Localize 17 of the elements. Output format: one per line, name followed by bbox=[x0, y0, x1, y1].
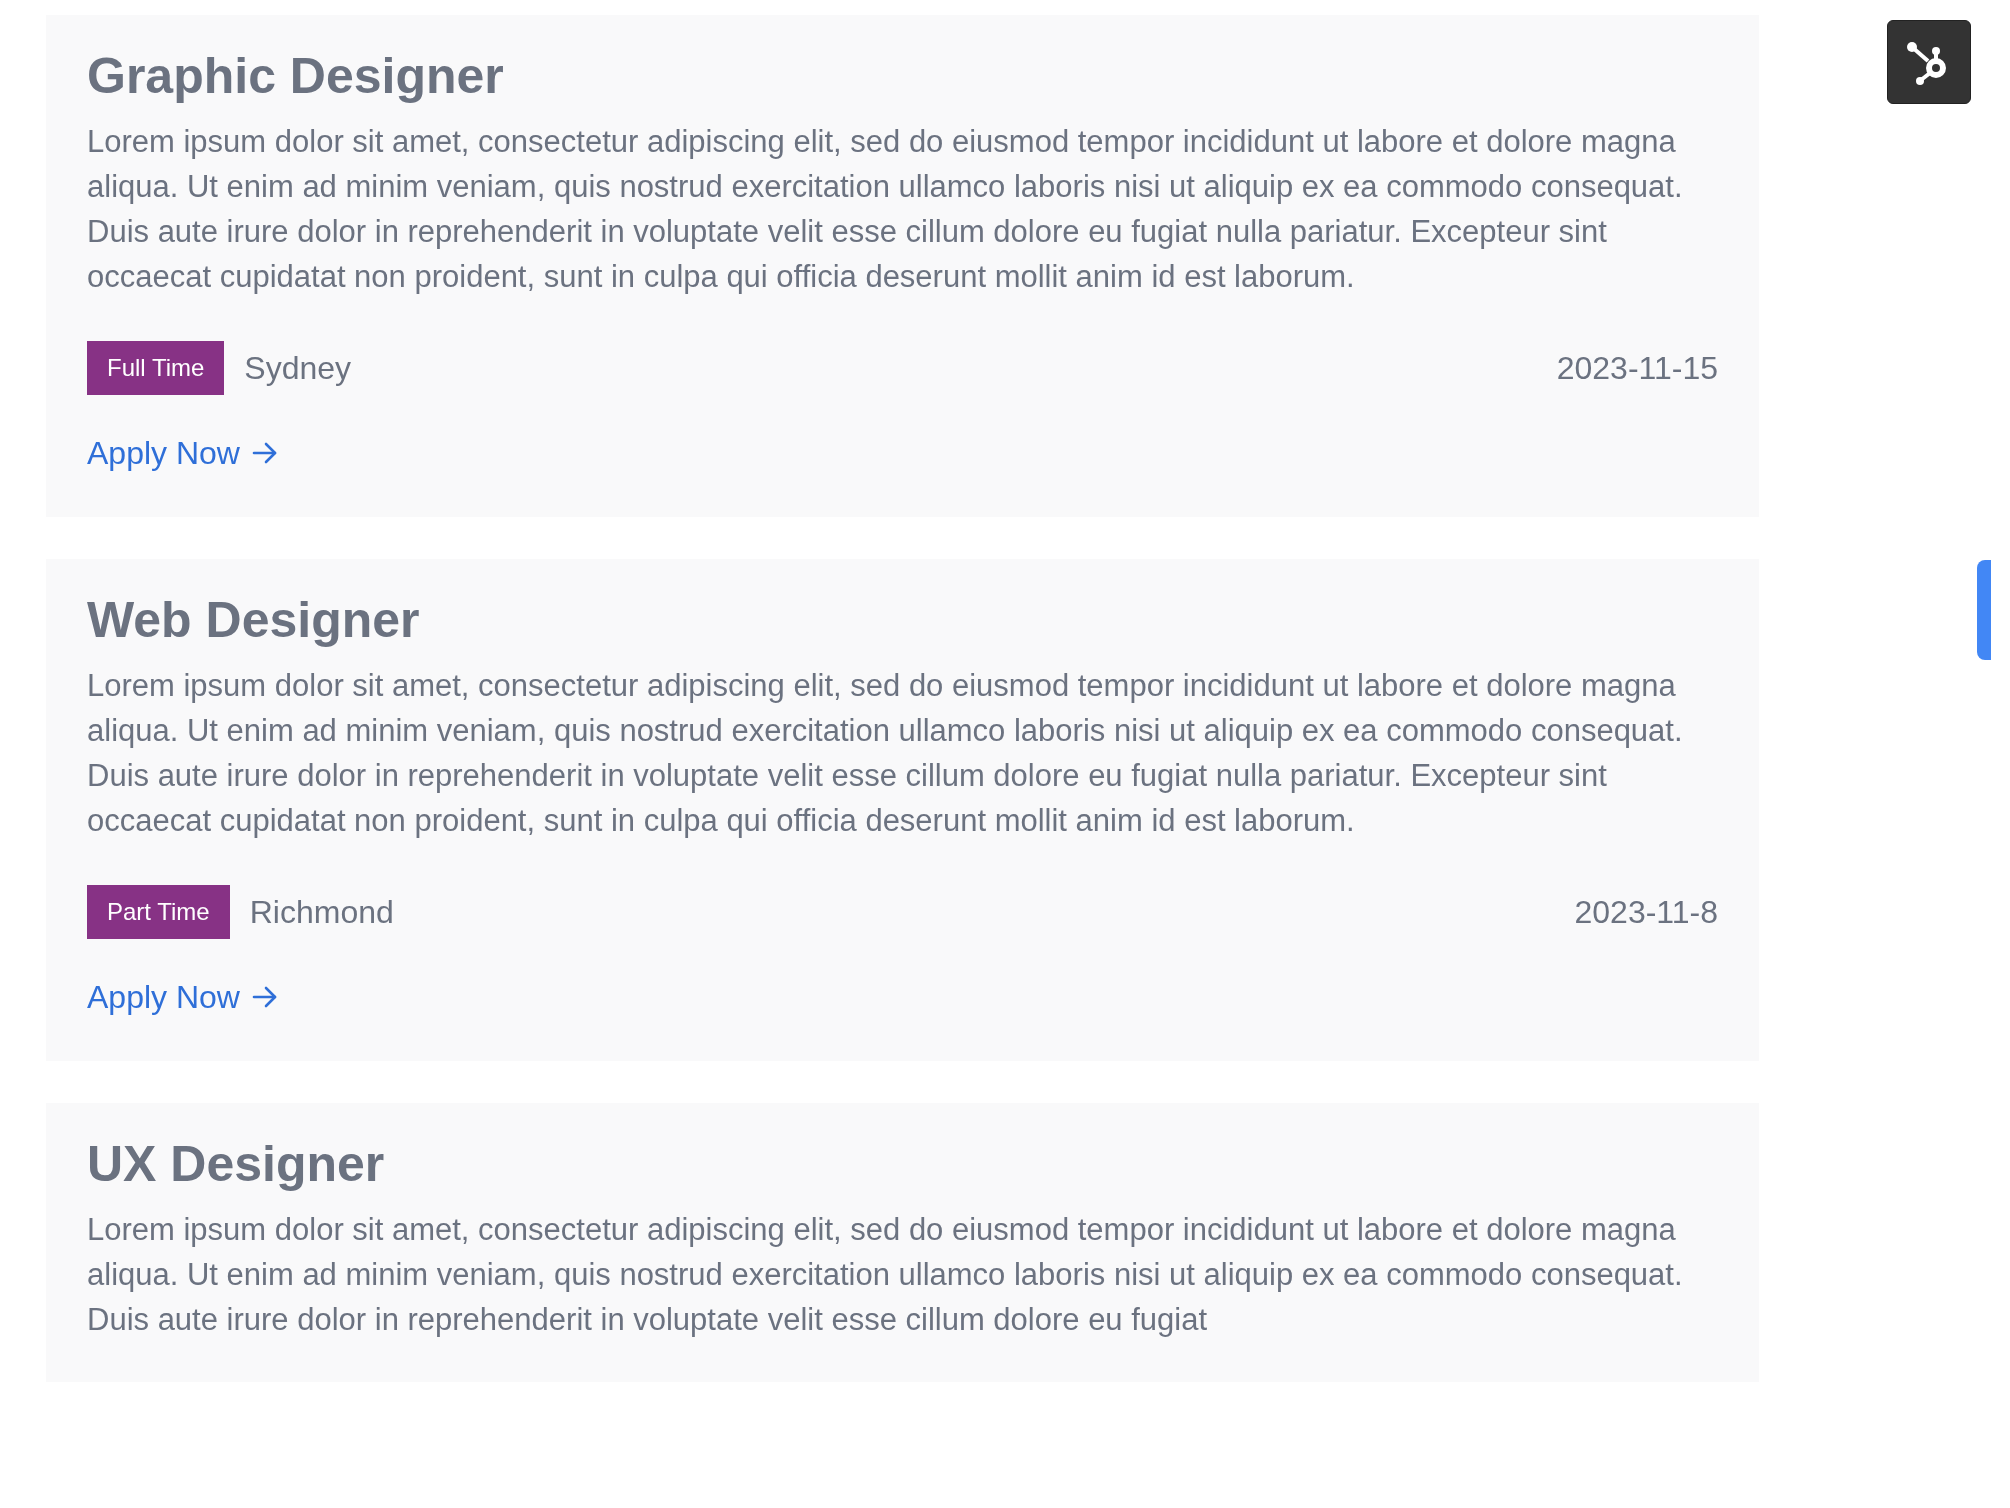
job-location: Sydney bbox=[244, 349, 352, 388]
job-type-tag: Full Time bbox=[87, 341, 225, 395]
chat-widget-button[interactable] bbox=[1887, 20, 1971, 104]
job-title: Graphic Designer bbox=[87, 47, 505, 106]
job-title: UX Designer bbox=[87, 1135, 386, 1194]
arrow-right-icon bbox=[251, 441, 278, 465]
apply-now-link[interactable]: Apply Now bbox=[87, 429, 278, 477]
job-description: Lorem ipsum dolor sit amet, consectetur adipiscing elit, sed do eiusmod tempor incididunt ut labore et dolore magna aliqua. Ut enim ad minim veniam, quis nostrud exercitation ullamco laboris nisi ut aliquip ex ea commodo consequat. Duis aute irure dolor in reprehenderit in voluptate velit esse cillum dolore eu fugiat bbox=[87, 1211, 1684, 1339]
posted-date: 2023-11-8 bbox=[1574, 893, 1718, 932]
job-location: Richmond bbox=[249, 893, 394, 932]
arrow-right-icon bbox=[251, 985, 278, 1009]
apply-now-link[interactable]: Apply Now bbox=[87, 973, 278, 1021]
job-type-tag: Part Time bbox=[87, 885, 230, 939]
job-title: Web Designer bbox=[87, 591, 421, 650]
job-description: Lorem ipsum dolor sit amet, consectetur adipiscing elit, sed do eiusmod tempor incididunt ut labore et dolore magna aliqua. Ut enim ad minim veniam, quis nostrud exercitation ullamco laboris nisi ut aliquip ex ea commodo consequat. Duis aute irure dolor in reprehenderit in voluptate velit esse cillum dolore eu fugiat nulla pariatur. Excepteur sint occaecat cupidatat non proident, sunt in culpa qui officia deserunt mollit anim id est laborum. bbox=[87, 667, 1684, 840]
job-description: Lorem ipsum dolor sit amet, consectetur adipiscing elit, sed do eiusmod tempor incididunt ut labore et dolore magna aliqua. Ut enim ad minim veniam, quis nostrud exercitation ullamco laboris nisi ut aliquip ex ea commodo consequat. Duis aute irure dolor in reprehenderit in voluptate velit esse cillum dolore eu fugiat nulla pariatur. Excepteur sint occaecat cupidatat non proident, sunt in culpa qui officia deserunt mollit anim id est laborum. bbox=[87, 123, 1684, 296]
posted-date: 2023-11-15 bbox=[1556, 349, 1718, 388]
